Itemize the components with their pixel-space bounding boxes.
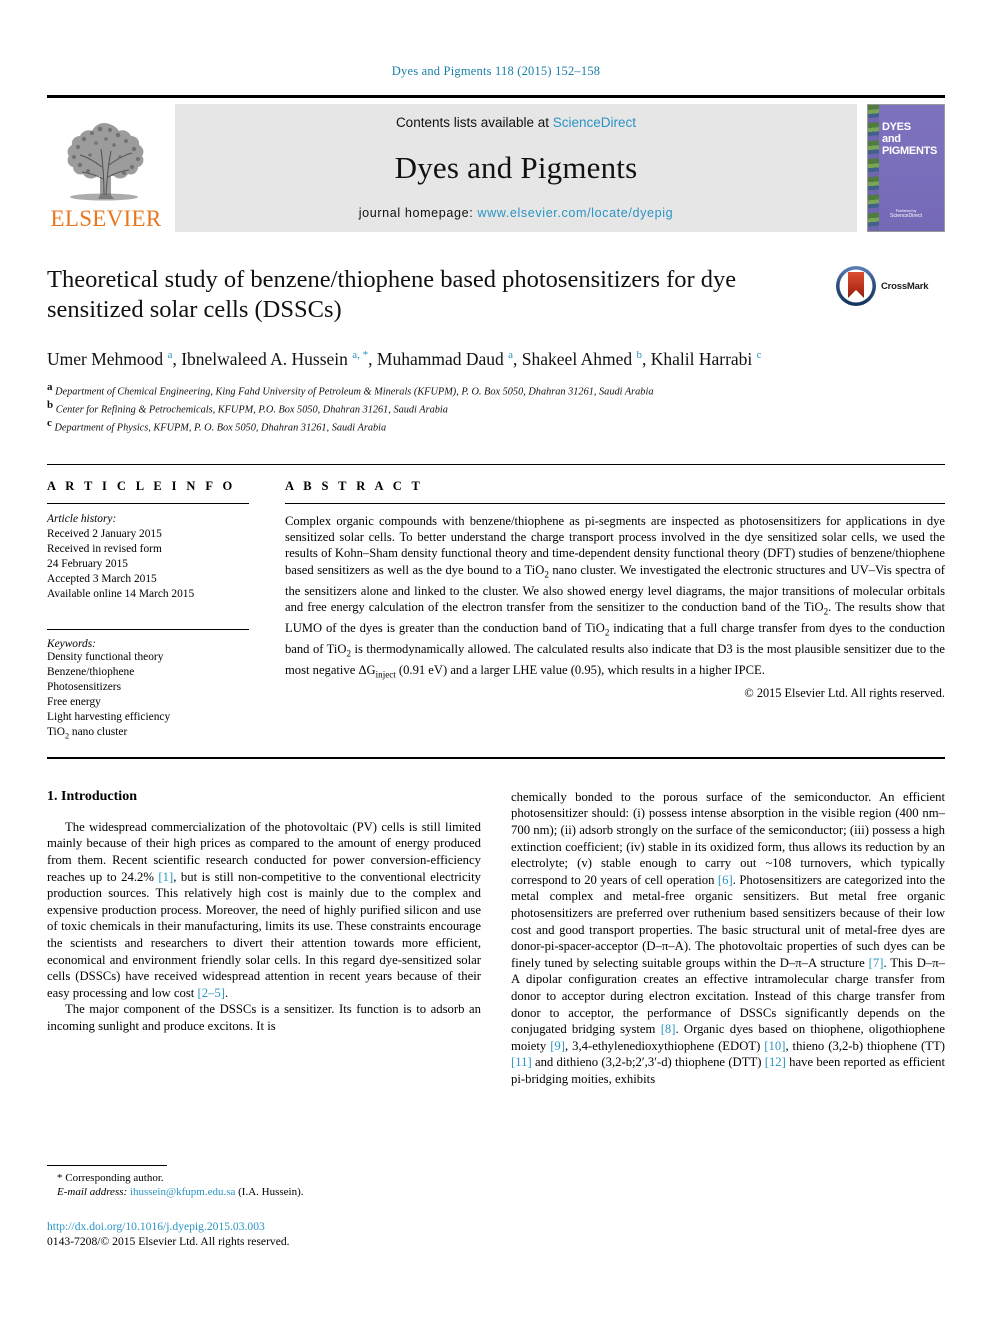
keyword-item: Density functional theory [47, 650, 164, 663]
crossmark-badge[interactable]: CrossMark [835, 263, 945, 309]
intro-paragraph-1: The widespread commercialization of the … [47, 819, 481, 1000]
email-suffix: (I.A. Hussein). [238, 1186, 304, 1199]
abstract-text: Complex organic compounds with benzene/t… [285, 513, 945, 680]
keyword-item: Free energy [47, 695, 101, 708]
footnote-zone: * Corresponding author. E-mail address: … [47, 1164, 481, 1249]
body-column-left: 1. Introduction The widespread commercia… [47, 789, 481, 1249]
journal-homepage-line: journal homepage: www.elsevier.com/locat… [359, 206, 673, 220]
affiliation-b: b Center for Refining & Petrochemicals, … [47, 398, 448, 416]
contents-available-line: Contents lists available at ScienceDirec… [396, 115, 636, 130]
cover-footer: Published by ScienceDirect [868, 209, 944, 219]
body-columns: 1. Introduction The widespread commercia… [47, 789, 945, 1249]
journal-cover-thumbnail[interactable]: DYES and PIGMENTS Published by ScienceDi… [867, 104, 945, 232]
cover-title: DYES and PIGMENTS [882, 121, 937, 157]
keyword-item-tio2: TiO2 nano cluster [47, 725, 128, 740]
footnote-divider [47, 1164, 167, 1166]
issn-copyright-line: 0143-7208/© 2015 Elsevier Ltd. All right… [47, 1234, 290, 1248]
abstract-heading: A B S T R A C T [285, 478, 424, 493]
article-history-label: Article history: [47, 512, 117, 525]
article-info-divider [47, 502, 249, 504]
history-item: Accepted 3 March 2015 [47, 572, 157, 585]
cover-footer-brand: ScienceDirect [889, 213, 922, 219]
email-note: E-mail address: ihussein@kfupm.edu.sa (I… [47, 1185, 481, 1200]
sciencedirect-link[interactable]: ScienceDirect [553, 115, 636, 130]
cover-title-line3: PIGMENTS [882, 145, 938, 157]
affiliation-c: c Department of Physics, KFUPM, P. O. Bo… [47, 416, 387, 434]
affiliation-a: a Department of Chemical Engineering, Ki… [47, 380, 654, 398]
cover-title-line2: and [882, 133, 901, 145]
article-info-column: A R T I C L E I N F O Article history: R… [47, 465, 277, 743]
page-title: Theoretical study of benzene/thiophene b… [47, 266, 737, 323]
history-item: Received in revised form [47, 542, 162, 555]
email-label: E-mail address: [57, 1186, 128, 1199]
history-item: 24 February 2015 [47, 557, 128, 570]
elsevier-logo: ELSEVIER [47, 104, 165, 232]
corresponding-author-note: * Corresponding author. [57, 1171, 164, 1184]
body-column-right: chemically bonded to the porous surface … [511, 789, 945, 1249]
keyword-item: Photosensitizers [47, 680, 122, 693]
abstract-column: A B S T R A C T Complex organic compound… [277, 465, 945, 743]
keyword-list: Density functional theory Benzene/thioph… [47, 650, 249, 743]
email-link[interactable]: ihussein@kfupm.edu.sa [130, 1186, 235, 1198]
author-list: Umer Mehmood a, Ibnelwaleed A. Hussein a… [47, 348, 762, 369]
doi-link[interactable]: http://dx.doi.org/10.1016/j.dyepig.2015.… [47, 1219, 481, 1234]
keyword-item: Light harvesting efficiency [47, 710, 171, 723]
journal-header: ELSEVIER Contents lists available at Sci… [47, 95, 945, 232]
running-head: Dyes and Pigments 118 (2015) 152–158 [391, 64, 601, 78]
homepage-prefix: journal homepage: [358, 206, 478, 220]
info-abstract-region: A R T I C L E I N F O Article history: R… [47, 463, 945, 743]
history-item: Available online 14 March 2015 [47, 587, 195, 600]
abstract-copyright: © 2015 Elsevier Ltd. All rights reserved… [744, 685, 945, 700]
contents-prefix: Contents lists available at [395, 115, 553, 130]
history-item: Received 2 January 2015 [47, 527, 162, 540]
affiliation-list: a Department of Chemical Engineering, Ki… [47, 381, 945, 435]
abstract-divider [285, 502, 945, 504]
elsevier-wordmark: ELSEVIER [50, 206, 162, 231]
abstract-bottom-divider [47, 756, 945, 759]
intro-paragraph-2: The major component of the DSSCs is a se… [47, 1002, 481, 1033]
cover-title-line1: DYES [882, 121, 911, 133]
article-info-heading: A R T I C L E I N F O [47, 478, 236, 493]
crossmark-icon [836, 266, 876, 306]
doi-block: http://dx.doi.org/10.1016/j.dyepig.2015.… [47, 1219, 481, 1249]
title-block: Theoretical study of benzene/thiophene b… [47, 265, 945, 435]
keywords-block: Keywords: Density functional theory Benz… [47, 628, 249, 743]
intro-paragraph-3: chemically bonded to the porous surface … [511, 789, 945, 1086]
journal-homepage-link[interactable]: www.elsevier.com/locate/dyepig [477, 206, 673, 220]
article-history: Article history: Received 2 January 2015… [47, 512, 249, 602]
crossmark-label: CrossMark [881, 280, 929, 292]
section-heading-introduction: 1. Introduction [47, 788, 137, 804]
article-page: Dyes and Pigments 118 (2015) 152–158 ELS… [0, 0, 992, 1323]
contents-band: Contents lists available at ScienceDirec… [175, 104, 857, 232]
elsevier-tree-icon [54, 109, 158, 207]
keyword-item: Benzene/thiophene [47, 665, 135, 678]
journal-title: Dyes and Pigments [394, 150, 638, 185]
keywords-divider [47, 628, 249, 630]
keywords-label: Keywords: [47, 637, 96, 650]
